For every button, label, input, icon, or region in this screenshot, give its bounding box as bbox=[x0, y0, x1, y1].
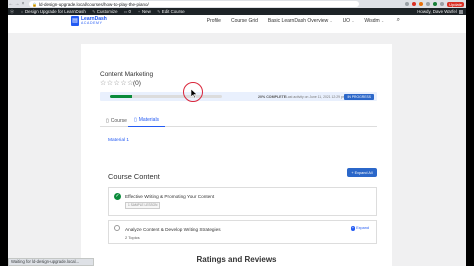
update-button[interactable]: Update bbox=[447, 1, 464, 7]
site-name-link[interactable]: ⌂ Design Upgrade for LearnDash bbox=[20, 9, 86, 14]
main-navigation: Profile Course Grid Basic LearnDash Over… bbox=[207, 18, 384, 24]
browser-status-bar: Waiting for ld-design-upgrade.local... bbox=[8, 258, 94, 266]
extension-icon[interactable] bbox=[419, 2, 424, 6]
page-title: Content Marketing bbox=[100, 71, 154, 78]
reload-icon[interactable]: × bbox=[20, 0, 26, 8]
lesson-item[interactable]: Analyze Content & Develop Writing Strate… bbox=[108, 220, 377, 244]
check-icon: ✓ bbox=[114, 193, 121, 200]
nav-item-uo[interactable]: UO ⌄ bbox=[343, 18, 355, 24]
course-content-heading: Course Content bbox=[108, 172, 160, 181]
expand-all-button[interactable]: + Expand All bbox=[347, 168, 377, 177]
avatar bbox=[459, 9, 463, 14]
home-icon: ⌂ bbox=[20, 9, 24, 14]
browser-toolbar: ← → × 🔒 ld-design-upgrade.local/courses/… bbox=[8, 0, 466, 8]
progress-panel: 20% COMPLETE Last activity on June 11, 2… bbox=[100, 92, 377, 101]
browser-viewport: ← → × 🔒 ld-design-upgrade.local/courses/… bbox=[8, 0, 466, 266]
extension-icon[interactable] bbox=[426, 2, 431, 6]
logo-book-icon: ▤ bbox=[71, 16, 79, 26]
account-menu[interactable]: Howdy, Dave Warfel bbox=[417, 9, 466, 14]
course-card: Content Marketing ☆☆☆☆☆ (0) 20% COMPLETE… bbox=[81, 44, 392, 266]
course-icon: ▯ bbox=[106, 117, 109, 124]
nav-item-profile[interactable]: Profile bbox=[207, 18, 221, 24]
material-link[interactable]: Material 1 bbox=[108, 138, 129, 143]
lesson-title[interactable]: Analyze Content & Develop Writing Strate… bbox=[125, 227, 221, 232]
expand-lesson-button[interactable]: + Expand bbox=[350, 225, 369, 231]
status-badge: IN PROGRESS bbox=[344, 93, 374, 100]
sample-lesson-badge: 1 SAMPLE LESSON bbox=[125, 202, 161, 209]
comments-link[interactable]: ▭ 0 bbox=[124, 9, 131, 14]
last-activity: Last activity on June 11, 2021 12:29 pm bbox=[286, 94, 346, 99]
plus-icon: + bbox=[350, 225, 356, 231]
wp-admin-bar: Ⓦ ⌂ Design Upgrade for LearnDash ✎ Custo… bbox=[8, 8, 466, 15]
brush-icon: ✎ bbox=[92, 9, 96, 14]
lock-icon: 🔒 bbox=[32, 1, 37, 7]
lesson-title[interactable]: Effective Writing & Promoting Your Conte… bbox=[125, 194, 214, 199]
search-icon[interactable]: ⌕ bbox=[397, 17, 400, 24]
pencil-icon: ✎ bbox=[157, 9, 161, 14]
chevron-down-icon: ⌄ bbox=[351, 19, 355, 23]
chevron-down-icon: ⌄ bbox=[381, 19, 384, 23]
progress-fill bbox=[110, 95, 133, 98]
incomplete-circle-icon bbox=[114, 225, 120, 231]
new-content-link[interactable]: + New bbox=[137, 9, 151, 14]
progress-bar bbox=[110, 95, 222, 98]
address-bar[interactable]: 🔒 ld-design-upgrade.local/courses/how-to… bbox=[29, 1, 359, 7]
ratings-heading: Ratings and Reviews bbox=[196, 255, 277, 264]
course-tabs: ▯ Course ▯ Materials bbox=[100, 114, 377, 127]
materials-icon: ▯ bbox=[134, 117, 137, 123]
site-logo[interactable]: ▤ LearnDash ACADEMY bbox=[71, 16, 107, 26]
site-header: ▤ LearnDash ACADEMY Profile Course Grid … bbox=[8, 15, 466, 33]
customize-link[interactable]: ✎ Customize bbox=[92, 9, 117, 14]
comment-icon: ▭ bbox=[123, 9, 128, 14]
extension-icon[interactable] bbox=[412, 2, 417, 6]
extension-icon[interactable] bbox=[433, 2, 438, 6]
nav-item-course-grid[interactable]: Course Grid bbox=[231, 18, 258, 24]
plus-icon: + bbox=[351, 170, 354, 175]
wp-logo-icon[interactable]: Ⓦ bbox=[10, 9, 14, 15]
rating-stars[interactable]: ☆☆☆☆☆ bbox=[100, 79, 134, 87]
progress-percent: 20% COMPLETE bbox=[258, 94, 287, 99]
extensions-puzzle-icon[interactable] bbox=[440, 2, 445, 6]
tab-materials[interactable]: ▯ Materials bbox=[128, 114, 166, 127]
extension-icons: Update bbox=[405, 1, 466, 7]
mouse-cursor-icon bbox=[191, 89, 197, 98]
nav-item-wisdm[interactable]: Wisdm ⌄ bbox=[364, 18, 384, 24]
nav-item-overview[interactable]: Basic LearnDash Overview ⌄ bbox=[268, 18, 333, 24]
star-icon[interactable] bbox=[405, 2, 410, 6]
edit-course-link[interactable]: ✎ Edit Course bbox=[157, 9, 185, 14]
topic-count: 2 Topics bbox=[125, 235, 140, 240]
chevron-down-icon: ⌄ bbox=[329, 19, 333, 23]
plus-icon: + bbox=[137, 9, 141, 14]
rating-count: (0) bbox=[133, 80, 141, 87]
lesson-item[interactable]: ✓ Effective Writing & Promoting Your Con… bbox=[108, 187, 377, 216]
url-text: ld-design-upgrade.local/courses/how-to-p… bbox=[38, 1, 149, 7]
